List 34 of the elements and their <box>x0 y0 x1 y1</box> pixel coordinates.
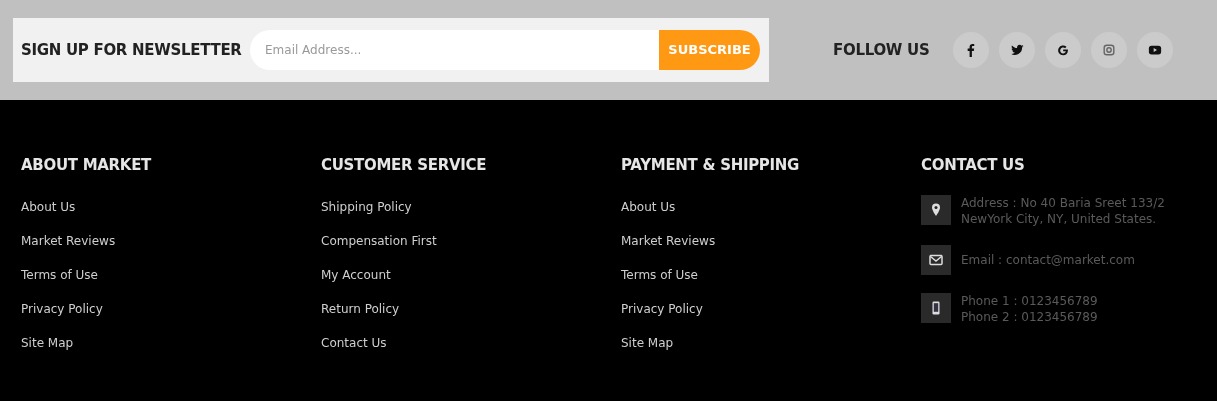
footer-link[interactable]: About Us <box>21 199 76 215</box>
social-link[interactable] <box>1045 32 1081 68</box>
instagram-icon <box>1102 43 1116 57</box>
contact-text: Email : contact@market.com <box>961 252 1135 268</box>
footer-link[interactable]: Market Reviews <box>21 233 116 249</box>
footer-link[interactable]: Shipping Policy <box>321 199 412 215</box>
social-link[interactable] <box>999 32 1035 68</box>
twitter-icon <box>1010 43 1024 57</box>
footer-link[interactable]: About Us <box>621 199 676 215</box>
follow-us-title: FOLLOW US <box>833 39 931 61</box>
column-heading: ABOUT MARKET <box>21 155 153 175</box>
social-link[interactable] <box>1137 32 1173 68</box>
contact-text: Phone 1 : 0123456789 Phone 2 : 0123456789 <box>961 293 1098 325</box>
footer-link[interactable]: Privacy Policy <box>21 301 103 317</box>
footer-link[interactable]: Terms of Use <box>621 267 698 283</box>
footer-link[interactable]: Site Map <box>21 335 74 351</box>
column-heading: CUSTOMER SERVICE <box>321 155 488 175</box>
footer-link[interactable]: Privacy Policy <box>621 301 703 317</box>
email-field[interactable]: Email Address... <box>250 30 659 70</box>
envelope-icon <box>928 252 944 268</box>
footer-link[interactable]: Contact Us <box>321 335 387 351</box>
footer-link[interactable]: My Account <box>321 267 391 283</box>
column-heading: CONTACT US <box>921 155 1026 175</box>
youtube-icon <box>1148 43 1162 57</box>
footer-link[interactable]: Return Policy <box>321 301 400 317</box>
contact-text: Address : No 40 Baria Sreet 133/2 NewYork City, NY, United States. <box>961 195 1165 227</box>
google-icon <box>1056 43 1070 57</box>
footer-link[interactable]: Compensation First <box>321 233 437 249</box>
footer-link[interactable]: Site Map <box>621 335 674 351</box>
footer-link[interactable]: Market Reviews <box>621 233 716 249</box>
social-link[interactable] <box>953 32 989 68</box>
footer-link[interactable]: Terms of Use <box>21 267 98 283</box>
newsletter-title: SIGN UP FOR NEWSLETTER <box>21 39 243 61</box>
column-heading: PAYMENT & SHIPPING <box>621 155 801 175</box>
